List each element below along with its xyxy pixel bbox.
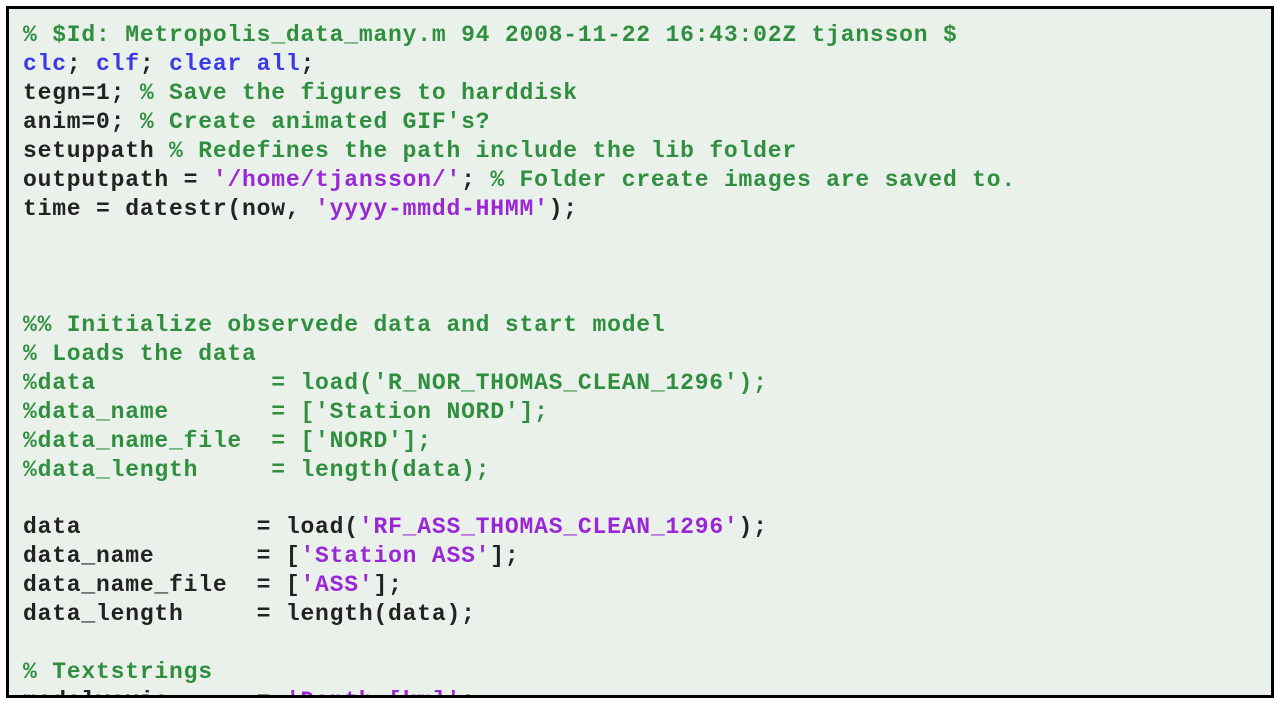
code-text: ]; xyxy=(490,543,519,569)
code-text: ; xyxy=(461,167,490,193)
blank-line xyxy=(23,253,1257,282)
code-text: modelyaxis = xyxy=(23,688,286,698)
code-text: ; xyxy=(461,688,476,698)
string-literal: 'yyyy-mmdd-HHMM' xyxy=(315,196,549,222)
code-text: ]; xyxy=(373,572,402,598)
code-line: data_length = length(data); xyxy=(23,600,1257,629)
comment-text: % Folder create images are saved to. xyxy=(490,167,1016,193)
comment-text: % Save the figures to harddisk xyxy=(140,80,578,106)
comment-text: % Loads the data xyxy=(23,341,257,367)
code-text: setuppath xyxy=(23,138,169,164)
code-line: %% Initialize observede data and start m… xyxy=(23,311,1257,340)
string-literal: 'RF_ASS_THOMAS_CLEAN_1296' xyxy=(359,514,739,540)
code-line: time = datestr(now, 'yyyy-mmdd-HHMM'); xyxy=(23,195,1257,224)
code-line: data_name = ['Station ASS']; xyxy=(23,542,1257,571)
comment-text: %% Initialize observede data and start m… xyxy=(23,312,666,338)
blank-line xyxy=(23,282,1257,311)
code-line: setuppath % Redefines the path include t… xyxy=(23,137,1257,166)
code-text: ); xyxy=(549,196,578,222)
code-editor-frame: % $Id: Metropolis_data_many.m 94 2008-11… xyxy=(6,6,1274,698)
string-literal: 'ASS' xyxy=(300,572,373,598)
blank-line xyxy=(23,224,1257,253)
code-line: anim=0; % Create animated GIF's? xyxy=(23,108,1257,137)
punct: ; xyxy=(67,51,96,77)
code-line: tegn=1; % Save the figures to harddisk xyxy=(23,79,1257,108)
comment-text: % Create animated GIF's? xyxy=(140,109,490,135)
code-text: tegn=1; xyxy=(23,80,140,106)
code-line: outputpath = '/home/tjansson/'; % Folder… xyxy=(23,166,1257,195)
string-literal: '/home/tjansson/' xyxy=(213,167,461,193)
code-text: data = load( xyxy=(23,514,359,540)
comment-text: %data_name = ['Station NORD']; xyxy=(23,399,549,425)
keyword: clf xyxy=(96,51,140,77)
string-literal: 'Station ASS' xyxy=(300,543,490,569)
blank-line xyxy=(23,485,1257,514)
code-text: data_name = [ xyxy=(23,543,300,569)
keyword: clear all xyxy=(169,51,300,77)
punct: ; xyxy=(300,51,315,77)
code-line: data = load('RF_ASS_THOMAS_CLEAN_1296'); xyxy=(23,513,1257,542)
code-line: %data_name = ['Station NORD']; xyxy=(23,398,1257,427)
code-line: % Loads the data xyxy=(23,340,1257,369)
comment-text: %data_name_file = ['NORD']; xyxy=(23,428,432,454)
code-line: % Textstrings xyxy=(23,658,1257,687)
blank-line xyxy=(23,629,1257,658)
keyword: clc xyxy=(23,51,67,77)
code-line: % $Id: Metropolis_data_many.m 94 2008-11… xyxy=(23,21,1257,50)
code-text: outputpath = xyxy=(23,167,213,193)
code-line: %data_length = length(data); xyxy=(23,456,1257,485)
comment-text: %data = load('R_NOR_THOMAS_CLEAN_1296'); xyxy=(23,370,768,396)
code-text: data_name_file = [ xyxy=(23,572,300,598)
code-text: time = datestr(now, xyxy=(23,196,315,222)
code-text: anim=0; xyxy=(23,109,140,135)
comment-text: % $Id: Metropolis_data_many.m 94 2008-11… xyxy=(23,22,958,48)
code-line: %data = load('R_NOR_THOMAS_CLEAN_1296'); xyxy=(23,369,1257,398)
code-text: data_length = length(data); xyxy=(23,601,476,627)
code-line: %data_name_file = ['NORD']; xyxy=(23,427,1257,456)
punct: ; xyxy=(140,51,169,77)
comment-text: %data_length = length(data); xyxy=(23,457,490,483)
code-line: clc; clf; clear all; xyxy=(23,50,1257,79)
code-line: data_name_file = ['ASS']; xyxy=(23,571,1257,600)
code-text: ); xyxy=(739,514,768,540)
comment-text: % Textstrings xyxy=(23,659,213,685)
code-line: modelyaxis = 'Depth [km]'; xyxy=(23,687,1257,698)
comment-text: % Redefines the path include the lib fol… xyxy=(169,138,797,164)
string-literal: 'Depth [km]' xyxy=(286,688,461,698)
